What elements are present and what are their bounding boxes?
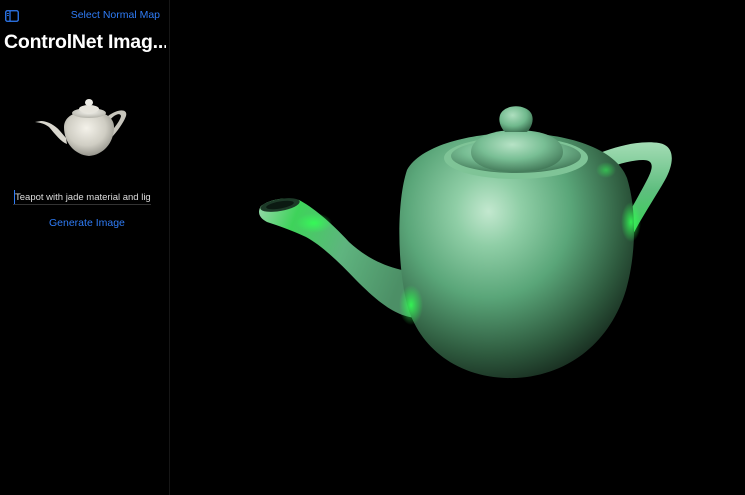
generated-image-view xyxy=(171,0,745,495)
app-window: Select Normal Map ControlNet Imag... Tea… xyxy=(0,0,745,495)
select-normal-map-button[interactable]: Select Normal Map xyxy=(71,9,160,21)
normal-map-thumbnail xyxy=(33,94,129,160)
jade-teapot-image xyxy=(259,106,672,379)
text-caret xyxy=(14,190,15,204)
sidebar-toggle-icon[interactable] xyxy=(5,9,19,22)
sidebar: Select Normal Map ControlNet Imag... Tea… xyxy=(0,0,170,495)
page-title: ControlNet Imag... xyxy=(4,31,166,53)
prompt-input[interactable]: Teapot with jade material and lighting xyxy=(13,190,151,205)
generate-image-button[interactable]: Generate Image xyxy=(49,217,125,229)
